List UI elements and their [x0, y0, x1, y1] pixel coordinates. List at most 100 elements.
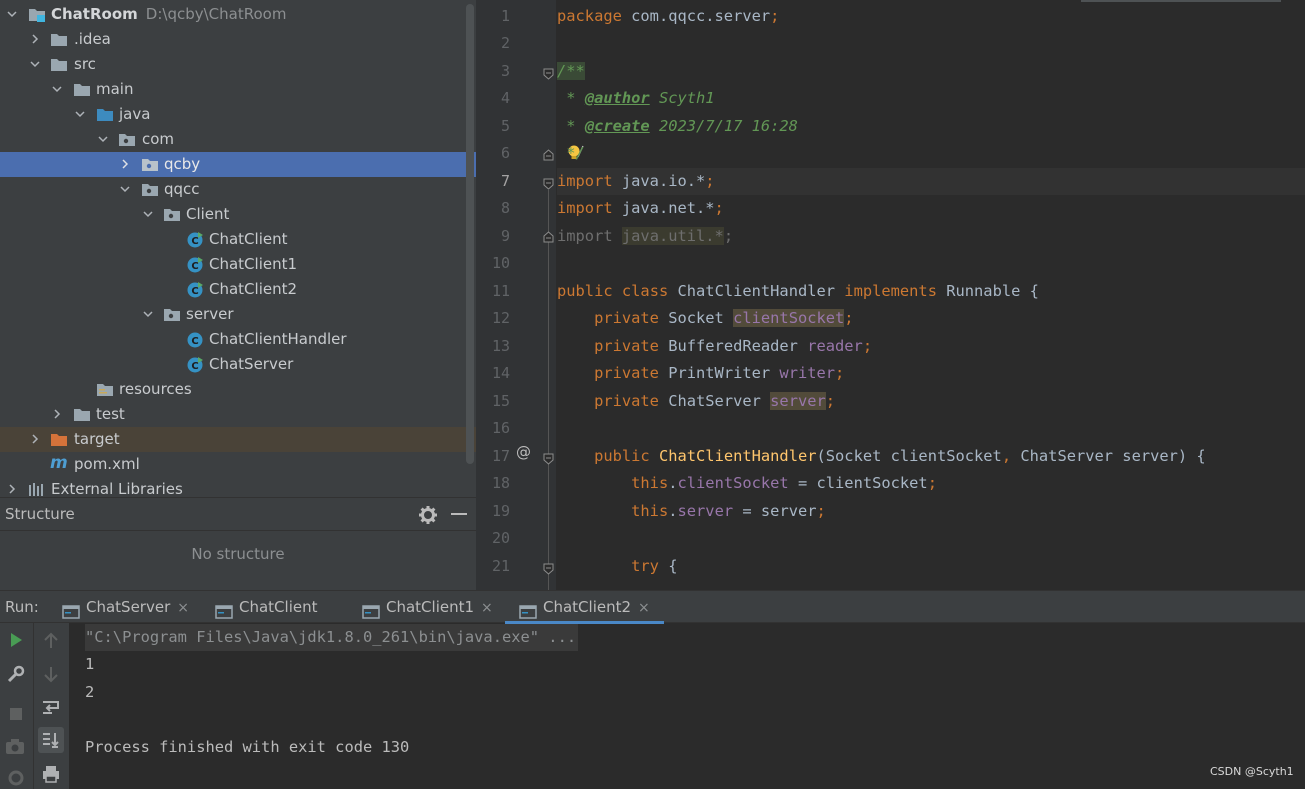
chevron-down-icon[interactable] — [141, 302, 155, 327]
fold-marker-icon[interactable] — [543, 66, 554, 80]
line-number: 12 — [491, 309, 510, 327]
run-toolbar-primary — [0, 623, 33, 789]
code-line[interactable]: private PrintWriter writer; — [557, 360, 1305, 388]
print-icon[interactable] — [40, 763, 62, 785]
code-line[interactable]: this.server = server; — [557, 498, 1305, 526]
chevron-down-icon[interactable] — [50, 77, 64, 102]
tree-row-target[interactable]: target — [0, 427, 476, 452]
code-text: java.io.* — [612, 171, 706, 190]
fold-marker-icon[interactable] — [543, 561, 554, 575]
chevron-right-icon[interactable] — [28, 427, 42, 452]
chevron-down-icon[interactable] — [5, 2, 19, 27]
console-output-line: 2 — [85, 683, 95, 701]
fold-marker-icon[interactable] — [543, 176, 554, 190]
rerun-icon[interactable] — [5, 629, 27, 651]
fold-marker-icon[interactable] — [543, 147, 554, 161]
tree-row-server[interactable]: server — [0, 302, 476, 327]
tree-row-test[interactable]: test — [0, 402, 476, 427]
tab-chatclient2[interactable]: ChatClient2 × — [505, 591, 664, 624]
tree-row-root[interactable]: ChatRoom D:\qcby\ChatRoom — [0, 2, 476, 27]
arrow-down-icon[interactable] — [40, 663, 62, 685]
tree-row-qqcc[interactable]: qqcc — [0, 177, 476, 202]
console-icon — [362, 599, 380, 619]
code-line[interactable]: public class ChatClientHandler implement… — [557, 278, 1305, 306]
arrow-up-icon[interactable] — [40, 630, 62, 652]
tab-chatclient[interactable]: ChatClient — [215, 591, 317, 624]
project-scrollbar[interactable] — [466, 4, 474, 464]
code-line[interactable]: public ChatClientHandler(Socket clientSo… — [557, 443, 1305, 471]
scroll-to-end-icon[interactable] — [38, 727, 64, 753]
svg-text:C: C — [191, 361, 198, 372]
tree-row-external-libraries[interactable]: External Libraries — [0, 477, 476, 497]
code-editor[interactable]: 1 2 3 4 5 6 7 8 9 10 11 12 13 14 15 16 1… — [476, 0, 1305, 590]
override-marker-icon[interactable]: @ — [516, 443, 531, 461]
tree-row-main[interactable]: main — [0, 77, 476, 102]
gear-icon[interactable] — [418, 505, 438, 525]
chevron-right-icon[interactable] — [28, 27, 42, 52]
wrench-icon[interactable] — [5, 663, 27, 685]
source-folder-icon — [96, 106, 114, 123]
code-line[interactable]: /** — [557, 58, 1305, 86]
tab-chatserver[interactable]: ChatServer × — [62, 591, 189, 624]
code-line[interactable]: * @author Scyth1 — [557, 85, 1305, 113]
code-line[interactable]: try { — [557, 553, 1305, 581]
field: clientSocket — [733, 309, 845, 327]
fold-marker-icon[interactable] — [543, 451, 554, 465]
tree-row-chatclient[interactable]: C ChatClient — [0, 227, 476, 252]
tree-item-label: ChatServer — [209, 355, 294, 373]
library-icon — [28, 481, 46, 497]
settings-icon[interactable] — [5, 767, 27, 789]
comment: * — [557, 116, 585, 135]
project-tool-window: ChatRoom D:\qcby\ChatRoom .idea src main … — [0, 0, 476, 497]
minimize-icon[interactable] — [451, 513, 467, 515]
stop-icon[interactable] — [5, 703, 27, 725]
tree-row-chatclienthandler[interactable]: C ChatClientHandler — [0, 327, 476, 352]
chevron-down-icon[interactable] — [73, 102, 87, 127]
fold-marker-icon[interactable] — [543, 229, 554, 243]
tab-label: ChatClient — [239, 598, 318, 616]
tree-row-chatserver[interactable]: C ChatServer — [0, 352, 476, 377]
code-line-current[interactable]: import java.io.*; — [557, 167, 1305, 195]
tree-row-src[interactable]: src — [0, 52, 476, 77]
console-command-line: "C:\Program Files\Java\jdk1.8.0_261\bin\… — [85, 624, 579, 651]
tree-row-pom[interactable]: m pom.xml — [0, 452, 476, 477]
code-line[interactable]: this.clientSocket = clientSocket; — [557, 470, 1305, 498]
javadoc-tag: @create — [584, 116, 650, 135]
chevron-right-icon[interactable] — [50, 402, 64, 427]
code-line[interactable]: import java.net.*; — [557, 195, 1305, 223]
run-tab-bar: Run: ChatServer × ChatClient ChatClient1 ×… — [0, 590, 1305, 624]
line-number: 6 — [500, 144, 510, 162]
chevron-down-icon[interactable] — [118, 177, 132, 202]
tree-row-resources[interactable]: resources — [0, 377, 476, 402]
tree-row-chatclient2[interactable]: C ChatClient2 — [0, 277, 476, 302]
code-line[interactable]: private BufferedReader reader; — [557, 333, 1305, 361]
close-icon[interactable]: × — [481, 592, 493, 624]
code-line[interactable]: */ — [557, 140, 1305, 168]
chevron-right-icon[interactable] — [118, 152, 132, 177]
tree-row-qcby[interactable]: qcby — [0, 152, 476, 177]
camera-icon[interactable] — [4, 736, 26, 758]
code-line[interactable]: private ChatServer server; — [557, 388, 1305, 416]
chevron-down-icon[interactable] — [96, 127, 110, 152]
code-line[interactable]: * @create 2023/7/17 16:28 — [557, 113, 1305, 141]
chevron-right-icon[interactable] — [5, 477, 19, 497]
package-icon — [118, 131, 136, 148]
chevron-down-icon[interactable] — [28, 52, 42, 77]
chevron-down-icon[interactable] — [141, 202, 155, 227]
code-line[interactable]: import java.util.*; — [557, 223, 1305, 251]
code-line[interactable]: package com.qqcc.server; — [557, 3, 1305, 31]
tree-row-chatclient1[interactable]: C ChatClient1 — [0, 252, 476, 277]
java-class-runnable-icon: C — [186, 231, 204, 248]
tree-row-java[interactable]: java — [0, 102, 476, 127]
module-folder-icon — [28, 6, 46, 23]
tab-chatclient1[interactable]: ChatClient1 × — [362, 591, 493, 624]
structure-title: Structure — [5, 505, 75, 523]
soft-wrap-icon[interactable] — [40, 696, 62, 718]
tree-row-com[interactable]: com — [0, 127, 476, 152]
field: clientSocket — [677, 474, 789, 492]
code-line[interactable]: private Socket clientSocket; — [557, 305, 1305, 333]
tree-row-client[interactable]: Client — [0, 202, 476, 227]
close-icon[interactable]: × — [177, 592, 189, 624]
close-icon[interactable]: × — [638, 592, 650, 624]
tree-row-idea[interactable]: .idea — [0, 27, 476, 52]
